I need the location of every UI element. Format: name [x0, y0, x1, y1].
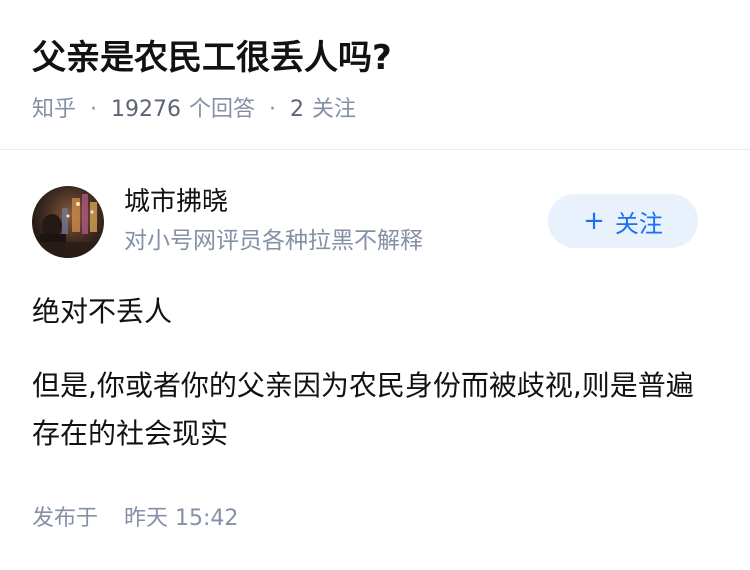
answer-card: 城市拂晓 对小号网评员各种拉黑不解释 + 关注 绝对不丢人 但是,你或者你的父亲…	[0, 150, 750, 570]
follower-count: 2	[290, 97, 305, 122]
follow-button[interactable]: + 关注	[548, 194, 698, 248]
publish-label: 发布于	[32, 506, 99, 531]
zhihu-answer-page: 父亲是农民工很丢人吗? 知乎 · 19276 个回答 · 2 关注 城市拂晓 对…	[0, 0, 750, 570]
follower-count-label: 关注	[312, 97, 357, 122]
plus-icon: +	[583, 206, 605, 236]
source-label[interactable]: 知乎	[32, 92, 76, 128]
author-headline: 对小号网评员各种拉黑不解释	[124, 228, 423, 254]
avatar-photo-icon	[32, 186, 104, 258]
author-name[interactable]: 城市拂晓	[124, 184, 228, 220]
answer-count-label: 个回答	[189, 97, 256, 122]
question-meta: 知乎 · 19276 个回答 · 2 关注	[32, 92, 356, 128]
meta-separator: ·	[269, 97, 277, 122]
answer-count: 19276	[111, 97, 182, 122]
question-title[interactable]: 父亲是农民工很丢人吗?	[32, 34, 392, 82]
publish-time: 发布于 昨天 15:42	[32, 502, 238, 536]
meta-separator: ·	[90, 97, 98, 122]
follow-button-label: 关注	[614, 209, 663, 238]
question-header: 父亲是农民工很丢人吗? 知乎 · 19276 个回答 · 2 关注	[0, 0, 750, 150]
author-avatar[interactable]	[32, 186, 104, 258]
answer-content[interactable]: 绝对不丢人 但是,你或者你的父亲因为农民身份而被歧视,则是普遍存在的社会现实	[32, 288, 718, 458]
publish-timestamp: 昨天 15:42	[124, 506, 239, 531]
answer-paragraph: 但是,你或者你的父亲因为农民身份而被歧视,则是普遍存在的社会现实	[32, 369, 694, 450]
answer-paragraph: 绝对不丢人	[32, 295, 173, 328]
